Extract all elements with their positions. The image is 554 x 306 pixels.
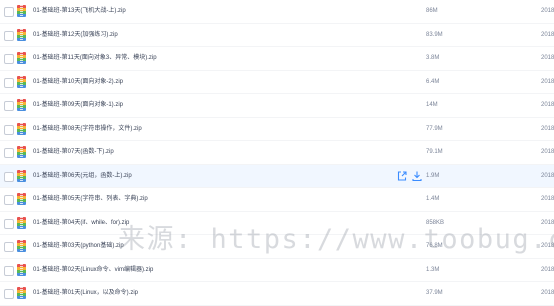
file-row[interactable]: 01-基础班-第13天(飞机大战-上).zip 86M 2018 bbox=[0, 0, 554, 24]
file-name[interactable]: 01-基础班-第10天(面向对象-2).zip bbox=[33, 76, 123, 88]
file-row[interactable]: 01-基础班-第11天(面向对象3、异常、模块).zip 3.8M 2018 bbox=[0, 47, 554, 71]
file-row[interactable]: 01-基础班-第08天(字符串操作，文件).zip 77.9M 2018 bbox=[0, 118, 554, 141]
file-name[interactable]: 01-基础班-第03天(python基础).zip bbox=[33, 240, 124, 252]
file-row[interactable]: 01-基础班-第06天(元组，函数-上).zip 1.9M 2018 bbox=[0, 164, 554, 188]
share-icon[interactable] bbox=[396, 170, 408, 182]
file-row[interactable]: 01-基础班-第09天(面向对象-1).zip 14M 2018 bbox=[0, 94, 554, 118]
zip-file-icon bbox=[17, 240, 26, 252]
file-row[interactable]: 01-基础班-第02天(Linux命令、vim编辑器).zip 1.3M 2018 bbox=[0, 259, 554, 282]
file-size: 14M bbox=[426, 102, 438, 108]
zip-file-icon bbox=[17, 216, 26, 229]
file-size: 1.9M bbox=[426, 172, 440, 179]
file-date: 2018 bbox=[541, 102, 554, 108]
file-name[interactable]: 01-基础班-第02天(Linux命令、vim编辑器).zip bbox=[33, 264, 153, 276]
file-name[interactable]: 01-基础班-第06天(元组，函数-上).zip bbox=[33, 170, 132, 182]
row-checkbox[interactable] bbox=[4, 7, 14, 17]
zip-file-icon bbox=[17, 263, 26, 276]
file-row[interactable]: 01-基础班-第01天(Linux，以及命令).zip 37.9M 2018 bbox=[0, 282, 554, 306]
file-size: 86M bbox=[426, 8, 438, 14]
zip-file-icon bbox=[17, 169, 26, 182]
file-size: 37.9M bbox=[426, 290, 443, 296]
file-size: 77.9M bbox=[426, 125, 443, 132]
row-checkbox[interactable] bbox=[4, 124, 14, 135]
row-checkbox[interactable] bbox=[4, 77, 14, 88]
file-name[interactable]: 01-基础班-第04天(if、while、for).zip bbox=[33, 217, 129, 229]
row-checkbox[interactable] bbox=[4, 195, 14, 205]
file-date: 2018 bbox=[541, 125, 554, 132]
file-row[interactable]: 01-基础班-第12天(加强练习).zip 83.9M 2018 bbox=[0, 24, 554, 47]
zip-file-icon bbox=[17, 5, 26, 17]
file-size: 83.9M bbox=[426, 31, 443, 38]
file-date: 2018 bbox=[541, 266, 554, 273]
file-row[interactable]: 01-基础班-第07天(函数-下).zip 79.1M 2018 bbox=[0, 141, 554, 165]
file-name[interactable]: 01-基础班-第12天(加强练习).zip bbox=[33, 29, 118, 41]
file-size: 6.4M bbox=[426, 78, 440, 85]
zip-file-icon bbox=[17, 52, 26, 64]
file-date: 2018 bbox=[541, 8, 554, 14]
zip-file-icon bbox=[17, 193, 26, 205]
file-name[interactable]: 01-基础班-第05天(字符串、列表、字典).zip bbox=[33, 193, 148, 205]
row-checkbox[interactable] bbox=[4, 54, 14, 64]
file-size: 1.4M bbox=[426, 196, 440, 202]
file-row[interactable]: 01-基础班-第10天(面向对象-2).zip 6.4M 2018 bbox=[0, 71, 554, 94]
row-checkbox[interactable] bbox=[4, 289, 14, 299]
zip-file-icon bbox=[17, 287, 26, 299]
row-checkbox[interactable] bbox=[4, 218, 14, 229]
row-checkbox[interactable] bbox=[4, 242, 14, 252]
row-checkbox[interactable] bbox=[4, 171, 14, 182]
download-icon[interactable] bbox=[411, 170, 423, 182]
row-checkbox[interactable] bbox=[4, 148, 14, 158]
file-date: 2018 bbox=[541, 31, 554, 38]
file-date: 2018 bbox=[541, 55, 554, 61]
row-checkbox[interactable] bbox=[4, 101, 14, 111]
file-date: 2018 bbox=[541, 78, 554, 85]
file-date: 2018 bbox=[541, 172, 554, 179]
file-size: 1.3M bbox=[426, 266, 440, 273]
file-name[interactable]: 01-基础班-第13天(飞机大战-上).zip bbox=[33, 5, 126, 17]
row-checkbox[interactable] bbox=[4, 265, 14, 276]
file-name[interactable]: 01-基础班-第09天(面向对象-1).zip bbox=[33, 99, 123, 111]
zip-file-icon bbox=[17, 28, 26, 41]
zip-file-icon bbox=[17, 122, 26, 135]
zip-file-icon bbox=[17, 75, 26, 88]
file-name[interactable]: 01-基础班-第08天(字符串操作，文件).zip bbox=[33, 123, 142, 135]
file-size: 79.1M bbox=[426, 149, 443, 155]
file-date: 2018 bbox=[541, 290, 554, 296]
file-row[interactable]: 01-基础班-第05天(字符串、列表、字典).zip 1.4M 2018 bbox=[0, 188, 554, 212]
file-size: 3.8M bbox=[426, 55, 440, 61]
zip-file-icon bbox=[17, 99, 26, 111]
zip-file-icon bbox=[17, 146, 26, 158]
file-date: 2018 bbox=[541, 149, 554, 155]
file-name[interactable]: 01-基础班-第07天(函数-下).zip bbox=[33, 146, 114, 158]
row-checkbox[interactable] bbox=[4, 30, 14, 41]
watermark-text: 来源: https://www.toobug.cn bbox=[118, 224, 554, 255]
file-date: 2018 bbox=[541, 196, 554, 202]
file-name[interactable]: 01-基础班-第11天(面向对象3、异常、模块).zip bbox=[33, 52, 157, 64]
file-name[interactable]: 01-基础班-第01天(Linux，以及命令).zip bbox=[33, 287, 138, 299]
